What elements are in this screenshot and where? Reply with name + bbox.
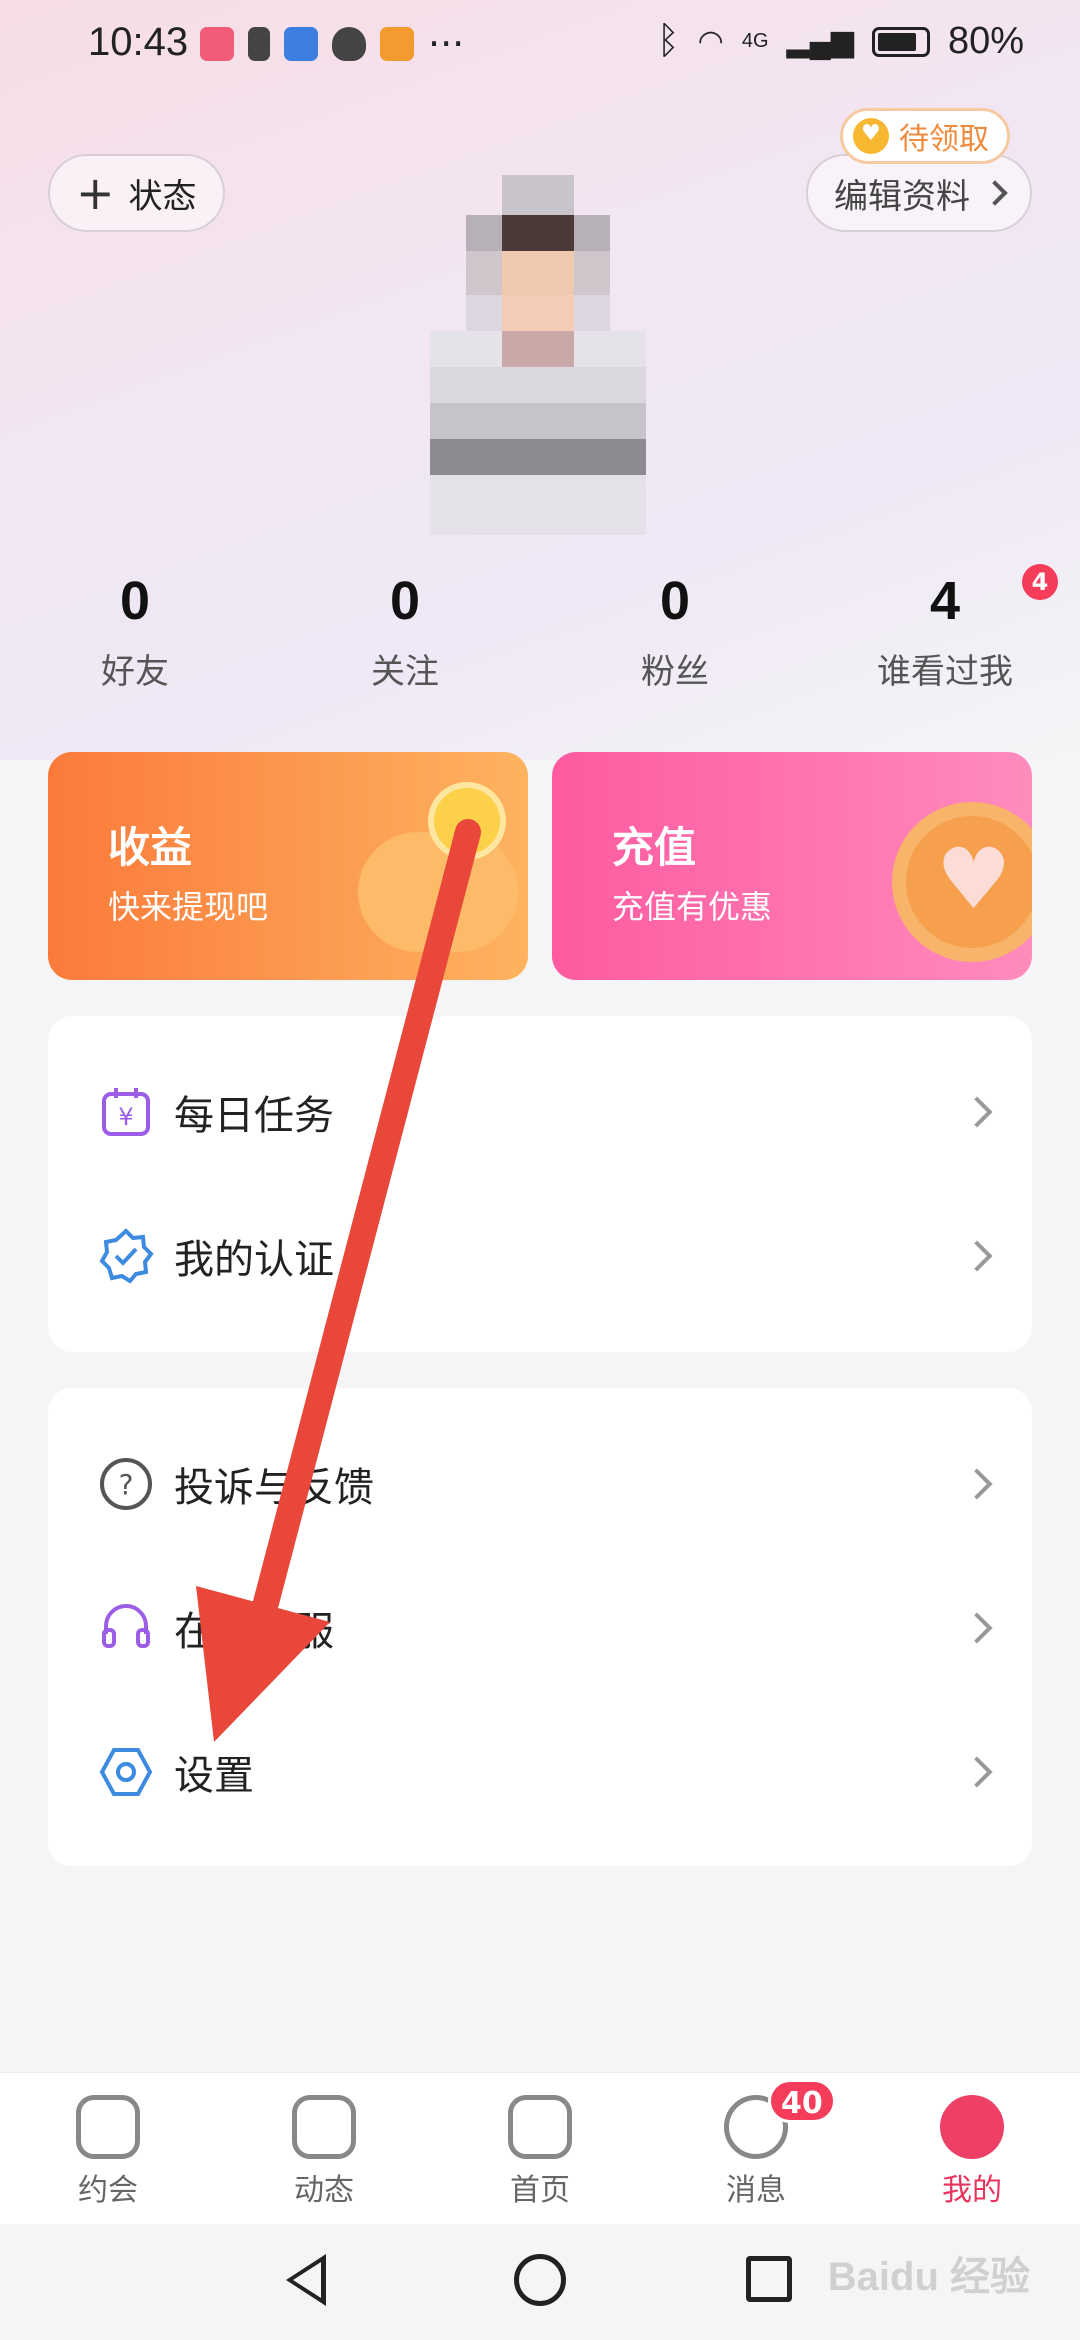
visitors-badge: 4 bbox=[1022, 564, 1058, 600]
verified-badge-icon bbox=[99, 1228, 154, 1284]
heart-coin-icon bbox=[853, 118, 889, 154]
status-time: 10:43 bbox=[88, 20, 189, 64]
battery-percent: 80% bbox=[947, 20, 1024, 62]
menu-item-customer-service[interactable]: 在线客服 bbox=[48, 1556, 1032, 1700]
headset-icon bbox=[102, 1604, 150, 1648]
shield-icon bbox=[332, 27, 366, 61]
question-circle-icon: ? bbox=[100, 1458, 152, 1510]
stat-label: 粉丝 bbox=[641, 652, 709, 692]
svg-text:¥: ¥ bbox=[118, 1103, 133, 1131]
tab-label: 消息 bbox=[726, 2173, 786, 2208]
alert-icon bbox=[248, 27, 270, 61]
reward-pending-badge[interactable]: 待领取 bbox=[840, 108, 1010, 164]
compass-leaf-icon bbox=[292, 2095, 356, 2159]
profile-face-icon bbox=[940, 2095, 1004, 2159]
menu-panel-support: ? 投诉与反馈 在线客服 设置 bbox=[48, 1388, 1032, 1866]
tab-messages[interactable]: 40 消息 bbox=[648, 2073, 864, 2224]
plus-icon: + bbox=[76, 166, 115, 220]
tab-label: 我的 bbox=[942, 2173, 1002, 2208]
recharge-title: 充值 bbox=[612, 823, 697, 872]
stat-value: 0 bbox=[119, 571, 151, 631]
edit-profile-label: 编辑资料 bbox=[834, 176, 970, 217]
menu-item-verification[interactable]: 我的认证 bbox=[48, 1184, 1032, 1328]
tv-play-icon bbox=[76, 2095, 140, 2159]
tab-me[interactable]: 我的 bbox=[864, 2073, 1080, 2224]
app-notification-icon bbox=[200, 27, 234, 61]
earnings-card[interactable]: 收益 快来提现吧 bbox=[48, 752, 528, 980]
menu-item-daily-tasks[interactable]: ¥ 每日任务 bbox=[48, 1040, 1032, 1184]
notification-icons: ··· bbox=[200, 22, 464, 66]
wifi-icon: ◠ bbox=[697, 25, 724, 58]
video-app-icon bbox=[380, 27, 414, 61]
stat-value: 0 bbox=[389, 571, 421, 631]
tab-moments[interactable]: 动态 bbox=[216, 2073, 432, 2224]
recent-apps-icon[interactable] bbox=[746, 2256, 792, 2302]
tab-label: 约会 bbox=[78, 2173, 138, 2208]
status-button-label: 状态 bbox=[128, 176, 197, 217]
chevron-right-icon bbox=[961, 1756, 993, 1788]
tab-label: 动态 bbox=[294, 2173, 354, 2208]
menu-item-settings[interactable]: 设置 bbox=[48, 1700, 1032, 1844]
chevron-right-icon bbox=[961, 1468, 993, 1500]
stat-visitors[interactable]: 4 4 谁看过我 bbox=[810, 564, 1080, 700]
signal-icon: ▂▄▆ bbox=[786, 25, 854, 58]
messages-badge: 40 bbox=[768, 2079, 836, 2123]
edit-profile-button[interactable]: 编辑资料 bbox=[806, 154, 1032, 232]
svg-text:?: ? bbox=[119, 1468, 134, 1501]
add-status-button[interactable]: + 状态 bbox=[48, 154, 225, 232]
earnings-subtitle: 快来提现吧 bbox=[108, 888, 269, 926]
menu-item-label: 在线客服 bbox=[174, 1609, 334, 1655]
settings-hex-icon bbox=[99, 1748, 153, 1796]
tab-dating[interactable]: 约会 bbox=[0, 2073, 216, 2224]
piggy-bank-icon bbox=[358, 832, 518, 952]
more-notifications-icon: ··· bbox=[428, 22, 465, 66]
reward-badge-label: 待领取 bbox=[899, 122, 989, 157]
tab-home[interactable]: 首页 bbox=[432, 2073, 648, 2224]
profile-stats: 0 好友 0 关注 0 粉丝 4 4 谁看过我 bbox=[0, 564, 1080, 700]
tab-label: 首页 bbox=[510, 2173, 570, 2208]
stat-following[interactable]: 0 关注 bbox=[270, 570, 540, 700]
bluetooth-icon: ᛒ bbox=[656, 20, 680, 62]
menu-item-label: 我的认证 bbox=[174, 1237, 334, 1283]
battery-icon bbox=[871, 26, 930, 57]
home-smile-icon bbox=[508, 2095, 572, 2159]
stat-friends[interactable]: 0 好友 bbox=[0, 570, 270, 700]
system-status: ᛒ ◠ 4G ▂▄▆ 80% bbox=[657, 20, 1024, 63]
chevron-right-icon bbox=[961, 1096, 993, 1128]
watermark: Baidu 经验 bbox=[827, 2255, 1030, 2299]
stat-fans[interactable]: 0 粉丝 bbox=[540, 570, 810, 700]
network-type: 4G bbox=[741, 30, 769, 52]
menu-item-label: 投诉与反馈 bbox=[174, 1465, 374, 1511]
avatar[interactable] bbox=[430, 175, 650, 540]
calendar-yen-icon: ¥ bbox=[102, 1088, 150, 1136]
chevron-right-icon bbox=[961, 1240, 993, 1272]
status-bar: 10:43 ··· ᛒ ◠ 4G ▂▄▆ 80% bbox=[0, 0, 1080, 84]
recharge-subtitle: 充值有优惠 bbox=[612, 888, 773, 926]
coin-icon bbox=[428, 782, 506, 860]
earnings-title: 收益 bbox=[108, 823, 193, 872]
chevron-right-icon bbox=[961, 1612, 993, 1644]
recharge-card[interactable]: 充值 充值有优惠 bbox=[552, 752, 1032, 980]
menu-item-feedback[interactable]: ? 投诉与反馈 bbox=[48, 1412, 1032, 1556]
stat-label: 好友 bbox=[101, 652, 169, 692]
heart-coin-icon bbox=[892, 802, 1032, 962]
back-icon[interactable] bbox=[286, 2254, 326, 2306]
bottom-tab-bar: 约会 动态 首页 40 消息 我的 bbox=[0, 2072, 1080, 2224]
home-icon[interactable] bbox=[514, 2254, 566, 2306]
chevron-right-icon bbox=[982, 180, 1008, 206]
menu-item-label: 每日任务 bbox=[174, 1093, 334, 1139]
stat-label: 关注 bbox=[371, 652, 439, 692]
menu-panel-tasks: ¥ 每日任务 我的认证 bbox=[48, 1016, 1032, 1352]
menu-item-label: 设置 bbox=[174, 1753, 254, 1799]
stat-label: 谁看过我 bbox=[877, 652, 1013, 692]
contact-app-icon bbox=[284, 27, 318, 61]
stat-value: 0 bbox=[659, 571, 691, 631]
